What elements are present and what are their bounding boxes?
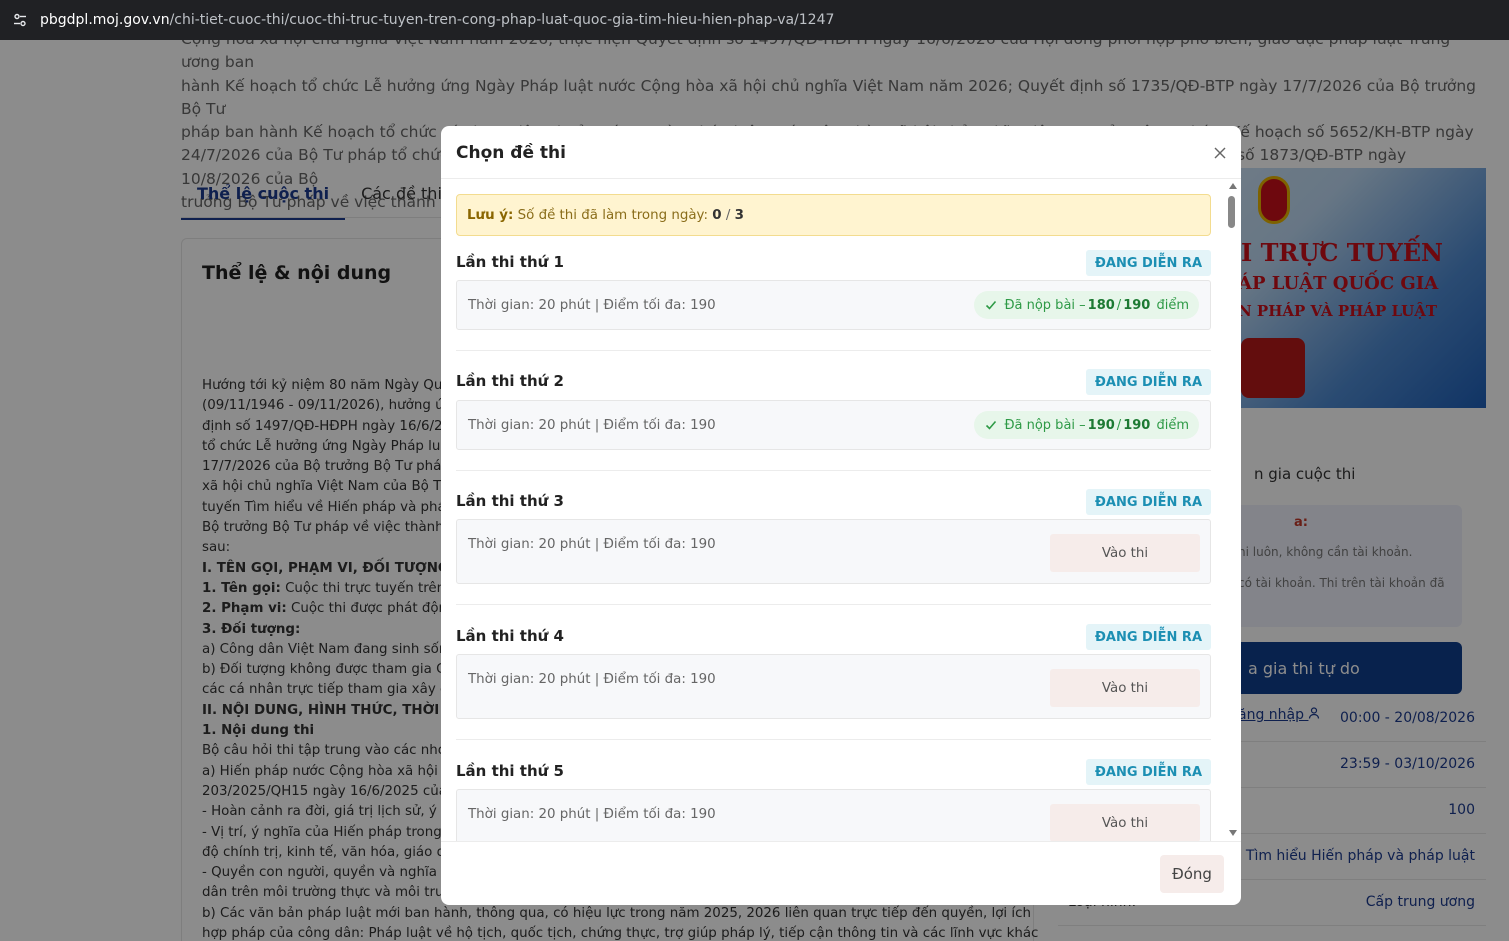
enter-exam-button[interactable]: Vào thi: [1050, 534, 1200, 572]
url-host: pbgdpl.moj.gov.vn: [40, 12, 170, 28]
modal-body[interactable]: Lưu ý: Số đề thi đã làm trong ngày: 0 / …: [441, 180, 1241, 841]
daily-limit-notice: Lưu ý: Số đề thi đã làm trong ngày: 0 / …: [456, 194, 1211, 236]
enter-exam-button[interactable]: Vào thi: [1050, 804, 1200, 841]
submitted-badge: Đã nộp bài – 190/190 điểm: [974, 411, 1199, 439]
attempt-box: Thời gian: 20 phút | Điểm tối đa: 190 Đã…: [456, 400, 1211, 450]
attempt-title: Lần thi thứ 1: [456, 253, 564, 271]
status-badge: ĐANG DIỄN RA: [1085, 489, 1211, 515]
status-badge: ĐANG DIỄN RA: [1085, 759, 1211, 785]
close-icon[interactable]: [1211, 144, 1229, 162]
enter-exam-button[interactable]: Vào thi: [1050, 669, 1200, 707]
url-path: /chi-tiet-cuoc-thi/cuoc-thi-truc-tuyen-t…: [169, 12, 835, 28]
scroll-down-arrow-icon[interactable]: [1229, 830, 1237, 836]
attempt-title: Lần thi thứ 4: [456, 627, 564, 645]
close-button[interactable]: Đóng: [1160, 855, 1224, 893]
modal-footer: Đóng: [441, 841, 1241, 905]
attempt-title: Lần thi thứ 2: [456, 372, 564, 390]
attempt-box: Thời gian: 20 phút | Điểm tối đa: 190 Và…: [456, 519, 1211, 584]
scrollbar-thumb[interactable]: [1228, 196, 1235, 228]
attempt-info: Thời gian: 20 phút | Điểm tối đa: 190: [468, 298, 716, 313]
check-icon: [986, 300, 997, 310]
status-badge: ĐANG DIỄN RA: [1085, 624, 1211, 650]
attempt-box: Thời gian: 20 phút | Điểm tối đa: 190 Đã…: [456, 280, 1211, 330]
status-badge: ĐANG DIỄN RA: [1085, 250, 1211, 276]
submitted-badge: Đã nộp bài – 180/190 điểm: [974, 291, 1199, 319]
attempt-info: Thời gian: 20 phút | Điểm tối đa: 190: [468, 537, 716, 552]
attempt-info: Thời gian: 20 phút | Điểm tối đa: 190: [468, 672, 716, 687]
attempt-info: Thời gian: 20 phút | Điểm tối đa: 190: [468, 807, 716, 822]
divider: [456, 470, 1211, 471]
scroll-up-arrow-icon[interactable]: [1229, 183, 1237, 189]
browser-address-bar[interactable]: pbgdpl.moj.gov.vn/chi-tiet-cuoc-thi/cuoc…: [0, 0, 1509, 40]
divider: [456, 350, 1211, 351]
site-info-icon[interactable]: [0, 0, 40, 40]
choose-exam-modal: Chọn đề thi Lưu ý: Số đề thi đã làm tron…: [441, 126, 1241, 905]
divider: [456, 739, 1211, 740]
check-icon: [986, 420, 997, 430]
modal-title: Chọn đề thi: [456, 143, 566, 163]
attempt-title: Lần thi thứ 3: [456, 492, 564, 510]
status-badge: ĐANG DIỄN RA: [1085, 369, 1211, 395]
url-text[interactable]: pbgdpl.moj.gov.vn/chi-tiet-cuoc-thi/cuoc…: [40, 12, 834, 28]
attempt-box: Thời gian: 20 phút | Điểm tối đa: 190 Và…: [456, 789, 1211, 841]
attempt-info: Thời gian: 20 phút | Điểm tối đa: 190: [468, 418, 716, 433]
attempt-box: Thời gian: 20 phút | Điểm tối đa: 190 Và…: [456, 654, 1211, 719]
attempt-title: Lần thi thứ 5: [456, 762, 564, 780]
divider: [456, 604, 1211, 605]
modal-header: Chọn đề thi: [441, 126, 1241, 179]
modal-scrollbar[interactable]: [1227, 180, 1237, 841]
